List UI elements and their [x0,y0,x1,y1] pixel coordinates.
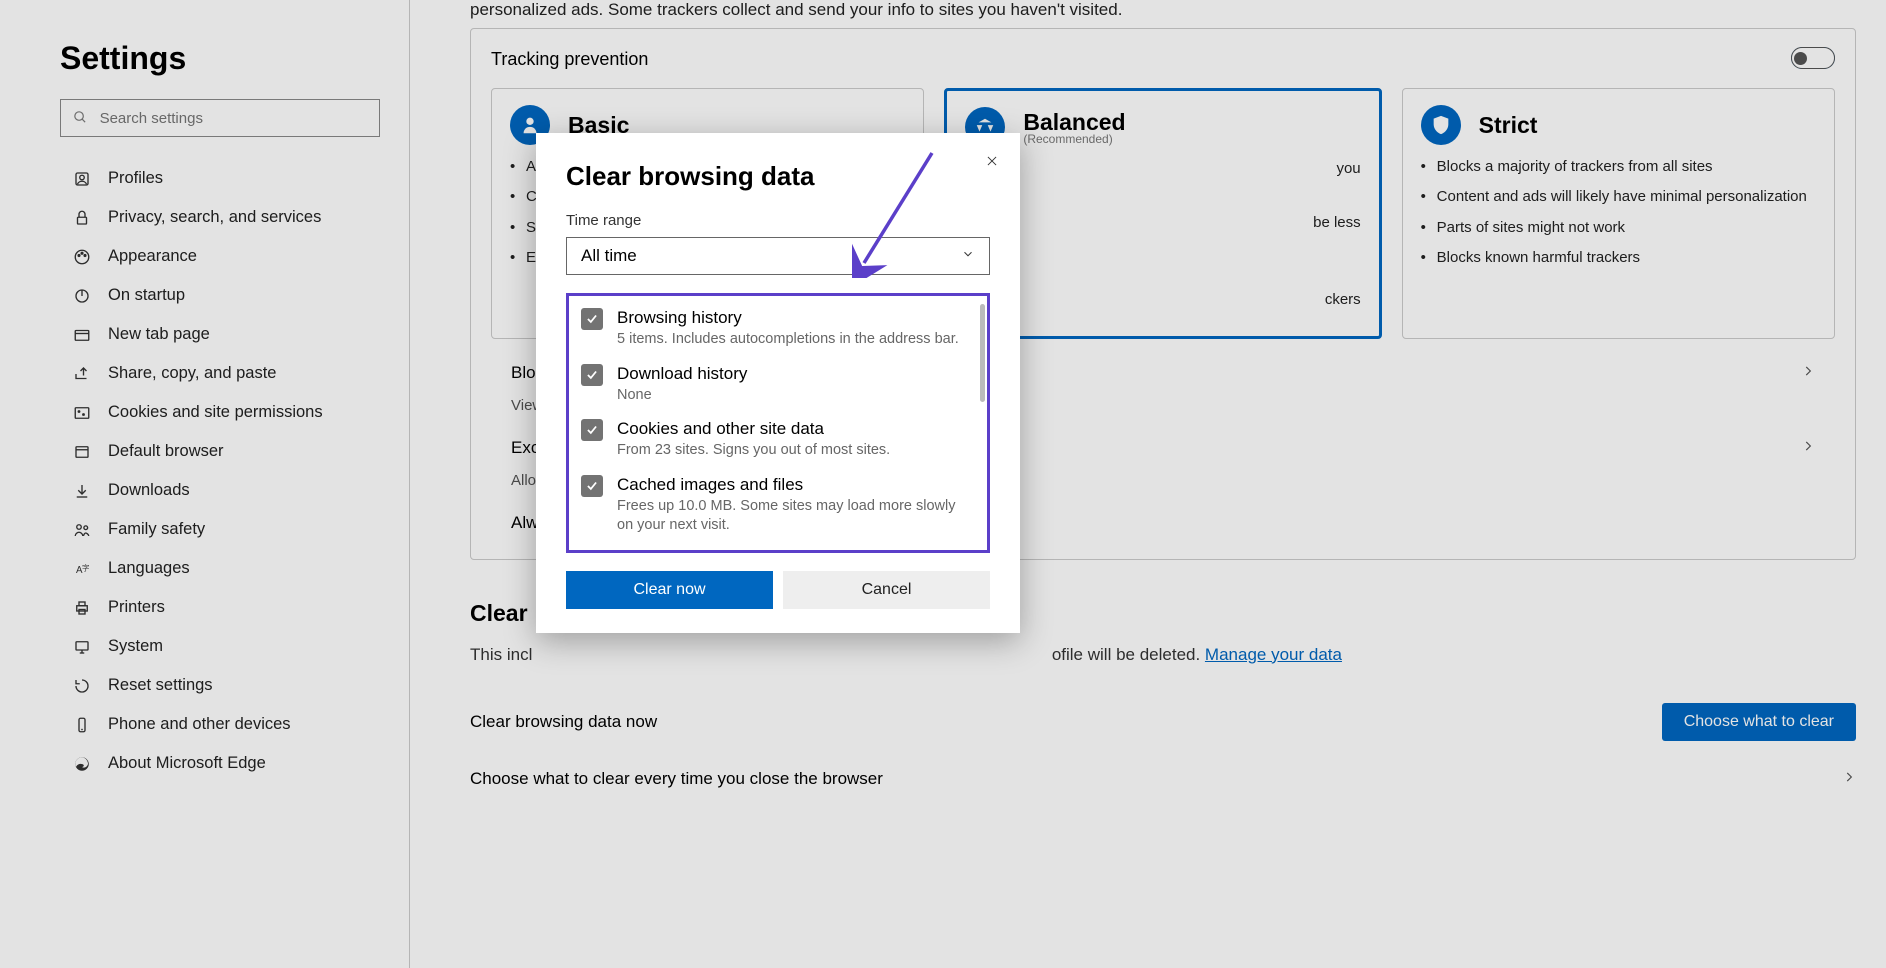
clear-browsing-data-dialog: Clear browsing data Time range All time … [536,133,1020,633]
checkbox-checked[interactable] [581,364,603,386]
scrollbar-thumb[interactable] [980,304,985,402]
checkbox-checked[interactable] [581,419,603,441]
cached-images-item[interactable]: Cached images and files Frees up 10.0 MB… [581,475,975,536]
checkbox-checked[interactable] [581,475,603,497]
checkbox-checked[interactable] [581,308,603,330]
cookies-item[interactable]: Cookies and other site data From 23 site… [581,419,975,461]
browsing-history-item[interactable]: Browsing history 5 items. Includes autoc… [581,308,975,350]
chevron-down-icon [961,246,975,266]
data-types-list: Browsing history 5 items. Includes autoc… [566,293,990,553]
close-button[interactable] [980,149,1004,173]
dialog-title: Clear browsing data [566,161,990,192]
download-history-item[interactable]: Download history None [581,364,975,406]
cancel-button[interactable]: Cancel [783,571,990,609]
time-range-select[interactable]: All time [566,237,990,275]
clear-now-button[interactable]: Clear now [566,571,773,609]
time-range-label: Time range [566,212,990,229]
